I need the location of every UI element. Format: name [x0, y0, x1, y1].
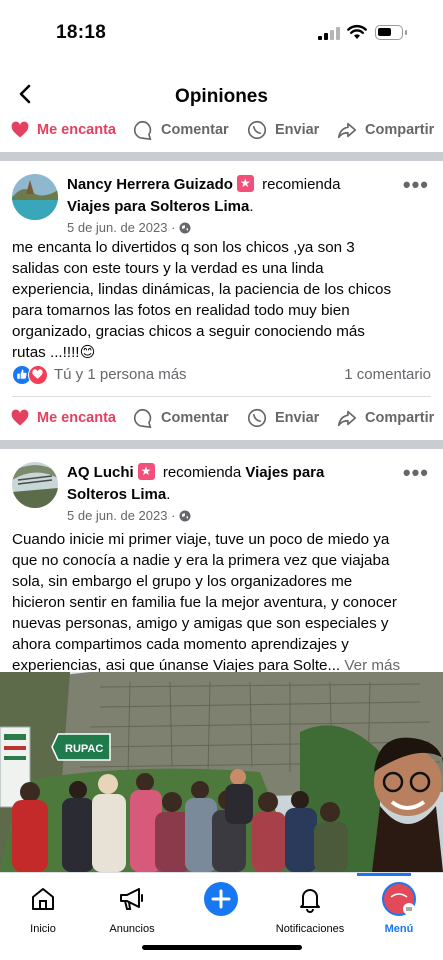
love-label: Me encanta [37, 122, 116, 138]
nav-label: Anuncios [109, 923, 155, 935]
post-line: salidas con este tours y la verdad es un… [12, 260, 324, 277]
post-line: me encanta lo divertidos q son los chico… [12, 239, 355, 256]
recommend-text: recomienda [162, 464, 242, 481]
share-arrow-icon [337, 122, 357, 139]
post-action-row: Me encanta Comentar Enviar Compartir [0, 398, 443, 438]
share-arrow-icon [337, 410, 357, 427]
post-author-line: AQ Luchi recomienda Viajes para Solteros… [67, 462, 387, 506]
post-body: me encanta lo divertidos q son los chico… [12, 237, 432, 363]
rupac-sign: RUPAC [51, 733, 111, 761]
page-name[interactable]: Viajes para [245, 464, 324, 481]
page-name-continued[interactable]: Solteros Lima [67, 486, 166, 503]
more-options-icon[interactable]: ••• [403, 172, 429, 198]
comment-label: Comentar [161, 410, 229, 426]
author-name[interactable]: AQ Luchi [67, 464, 134, 481]
share-button[interactable]: Compartir [336, 110, 434, 150]
nav-label: Inicio [30, 923, 56, 935]
love-reaction-icon [28, 365, 48, 385]
post-divider [0, 152, 443, 161]
bell-icon [300, 889, 320, 913]
more-options-icon[interactable]: ••• [403, 460, 429, 486]
comment-bubble-icon [134, 120, 152, 141]
send-button[interactable]: Enviar [246, 110, 319, 150]
nav-label: Notificaciones [275, 923, 345, 935]
love-label: Me encanta [37, 410, 116, 426]
author-name[interactable]: Nancy Herrera Guizado [67, 176, 233, 193]
post-line: sola, sin embargo el grupo y los organiz… [12, 573, 353, 590]
avatar[interactable] [12, 462, 58, 508]
active-tab-indicator [357, 873, 411, 876]
comments-count[interactable]: 1 comentario [344, 366, 431, 383]
post-line: organizado, gracias chicos a seguir cono… [12, 323, 365, 340]
reactions-summary[interactable]: Tú y 1 persona más 1 comentario [12, 365, 431, 387]
cellular-signal-icon [318, 27, 340, 40]
reaction-icons [12, 365, 50, 385]
post-line: ahora compartimos cada momento aprendiza… [12, 636, 349, 653]
share-button[interactable]: Compartir [336, 398, 434, 438]
post-meta: 5 de jun. de 2023 · [67, 220, 191, 235]
whatsapp-icon [247, 408, 267, 428]
post-divider [0, 440, 443, 449]
post-line: rutas ...!!!!😊 [12, 344, 96, 361]
post-line: hicieron sentir en familia fue la mejor … [12, 594, 397, 611]
post-meta: 5 de jun. de 2023 · [67, 508, 191, 523]
post-line: que no conocía a nadie y era la primera … [12, 552, 390, 569]
create-post-button[interactable] [176, 881, 266, 917]
heart-icon [11, 409, 29, 426]
home-indicator [142, 945, 302, 950]
recommend-badge-icon [137, 463, 155, 480]
recommend-text: recomienda [262, 176, 341, 193]
megaphone-icon [120, 888, 143, 910]
post-photo[interactable]: RUPAC [0, 672, 443, 872]
nav-item-ads[interactable]: Anuncios [87, 881, 177, 935]
avatar[interactable] [12, 174, 58, 220]
post-date: 5 de jun. de 2023 · [67, 508, 176, 523]
page-title: Opiniones [175, 86, 268, 107]
plus-icon [204, 882, 238, 916]
status-bar: 18:18 [0, 0, 443, 62]
send-label: Enviar [275, 410, 320, 426]
separator-line [12, 396, 431, 397]
post-line: Cuando inicie mi primer viaje, tuve un p… [12, 531, 390, 548]
page-name[interactable]: Viajes para Solteros Lima [67, 198, 249, 215]
home-icon [32, 888, 54, 910]
love-button[interactable]: Me encanta [10, 110, 116, 150]
nav-item-menu[interactable]: Menú [354, 881, 443, 935]
nav-item-home[interactable]: Inicio [0, 881, 88, 935]
post-action-row: Me encanta Comentar Enviar Compartir [0, 110, 443, 150]
battery-icon [375, 25, 407, 40]
heart-icon [11, 121, 29, 138]
status-time: 18:18 [56, 22, 107, 43]
comment-button[interactable]: Comentar [132, 110, 229, 150]
post-line: para tomarnos las fotos en realidad todo… [12, 302, 350, 319]
globe-icon [179, 222, 191, 233]
profile-avatar-icon [382, 882, 416, 916]
post-line: nuevas personas, amigo y amigas que son … [12, 615, 389, 632]
send-label: Enviar [275, 122, 320, 138]
post-date: 5 de jun. de 2023 · [67, 220, 176, 235]
nav-label: Menú [384, 923, 414, 935]
comment-label: Comentar [161, 122, 229, 138]
comment-button[interactable]: Comentar [132, 398, 229, 438]
love-button[interactable]: Me encanta [10, 398, 116, 438]
share-label: Compartir [365, 122, 435, 138]
recommend-badge-icon [236, 175, 254, 192]
whatsapp-icon [247, 120, 267, 140]
nav-item-notifications[interactable]: Notificaciones [265, 881, 355, 935]
post-body: Cuando inicie mi primer viaje, tuve un p… [12, 529, 432, 676]
post-line: experiencia, lindas dinámicas, la pacien… [12, 281, 392, 298]
sign-text: RUPAC [65, 743, 103, 755]
share-label: Compartir [365, 410, 435, 426]
globe-icon [179, 510, 191, 521]
send-button[interactable]: Enviar [246, 398, 319, 438]
reactions-text: Tú y 1 persona más [54, 366, 187, 383]
comment-bubble-icon [134, 408, 152, 429]
post-author-line: Nancy Herrera Guizado recomienda Viajes … [67, 174, 387, 218]
wifi-icon [347, 24, 367, 39]
